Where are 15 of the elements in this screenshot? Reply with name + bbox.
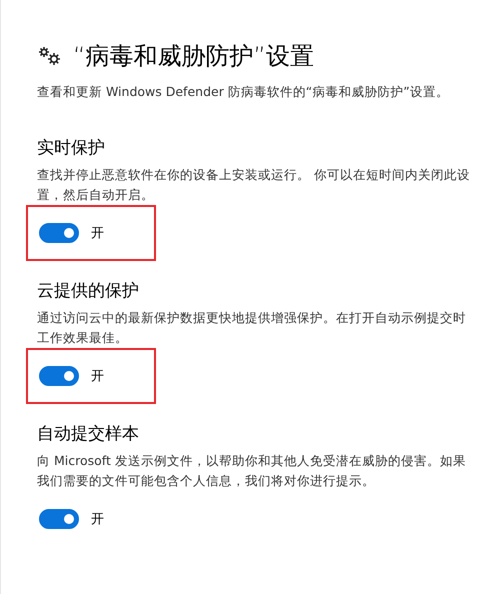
section-description: 向 Microsoft 发送示例文件，以帮助你和其他人免受潜在威胁的侵害。如果我们需要的文件可能包含个人信息，我们将对你进行提示。 [37,452,467,490]
toggle-label: 开 [91,368,104,385]
toggle-label: 开 [91,225,104,242]
section-description: 通过访问云中的最新保护数据更快地提供增强保护。在打开自动示例提交时工作效果最佳。 [37,309,467,347]
toggle-switch[interactable] [39,509,79,529]
section-title: 实时保护 [37,137,106,159]
toggle-switch[interactable] [39,223,79,243]
section-title: 云提供的保护 [37,280,140,302]
toggle-switch[interactable] [39,366,79,386]
page-description: 查看和更新 Windows Defender 防病毒软件的“病毒和威胁防护”设置。 [37,83,450,101]
settings-icon [37,45,63,67]
toggle-label: 开 [91,511,104,528]
section-description: 查找并停止恶意软件在你的设备上安装或运行。 你可以在短时间内关闭此设置，然后自动开启。 [37,166,471,204]
section-title: 自动提交样本 [37,423,140,445]
page-title: “病毒和威胁防护”设置 [73,41,314,72]
